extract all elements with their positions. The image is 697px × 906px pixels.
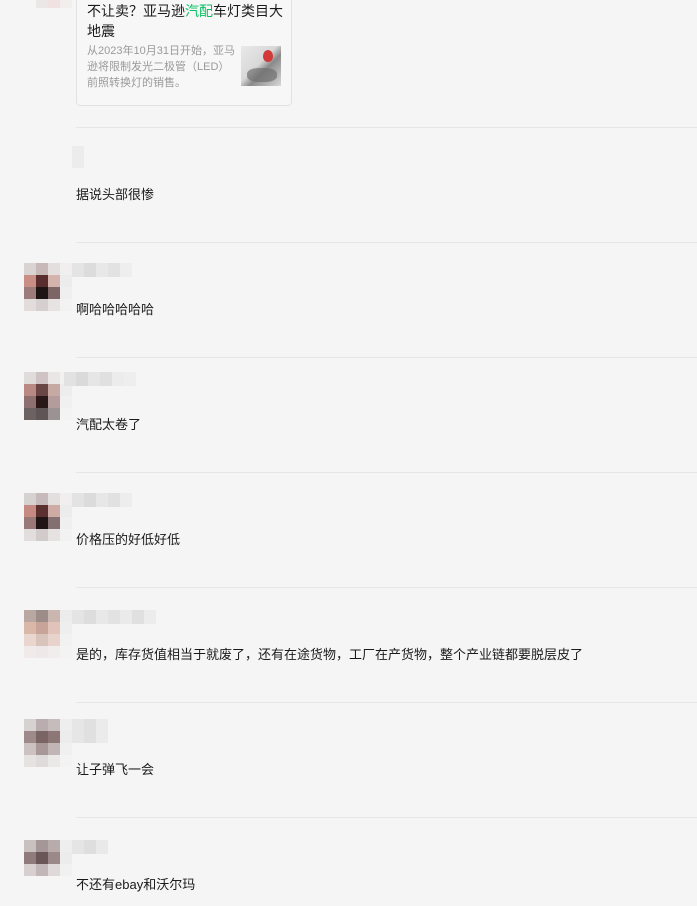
username-blurred[interactable] xyxy=(64,372,136,386)
comment-text: 不还有ebay和沃尔玛 xyxy=(76,877,196,892)
username-blurred[interactable] xyxy=(72,840,108,854)
username-blurred[interactable] xyxy=(72,146,84,168)
comment-item: 汽配太卷了 xyxy=(0,358,697,473)
avatar[interactable] xyxy=(24,493,72,541)
card-description: 从2023年10月31日开始，亚马逊将限制发光二极管（LED）前照转换灯的销售。 xyxy=(87,45,235,89)
avatar[interactable] xyxy=(24,719,72,767)
comment-item: 是的，库存货值相当于就废了，还有在途货物，工厂在产货物，整个产业链都要脱层皮了 xyxy=(0,588,697,703)
username-blurred[interactable] xyxy=(72,610,156,624)
avatar[interactable] xyxy=(24,840,72,876)
comment-item: 价格压的好低好低 xyxy=(0,473,697,588)
comment-text: 价格压的好低好低 xyxy=(76,532,181,547)
avatar[interactable] xyxy=(24,263,72,311)
card-title: 不让卖？亚马逊汽配车灯类目大地震 xyxy=(87,3,283,39)
comment-item-link-share: 不让卖？亚马逊汽配车灯类目大地震 从2023年10月31日开始，亚马逊将限制发光… xyxy=(0,0,697,128)
comment-item: 啊哈哈哈哈哈 xyxy=(0,243,697,358)
card-thumbnail xyxy=(241,46,281,86)
username-blurred[interactable] xyxy=(72,719,108,743)
headlight-shade-image xyxy=(247,68,277,82)
username-blurred[interactable] xyxy=(72,263,132,277)
shared-article-card[interactable]: 不让卖？亚马逊汽配车灯类目大地震 从2023年10月31日开始，亚马逊将限制发光… xyxy=(76,0,292,106)
card-title-highlight: 汽配 xyxy=(185,3,213,19)
comment-text: 是的，库存货值相当于就废了，还有在途货物，工厂在产货物，整个产业链都要脱层皮了 xyxy=(76,647,584,662)
avatar[interactable] xyxy=(24,610,72,658)
comment-text: 汽配太卷了 xyxy=(76,417,142,432)
comment-item: 不还有ebay和沃尔玛 xyxy=(0,818,697,906)
comment-text: 啊哈哈哈哈哈 xyxy=(76,302,155,317)
comment-item: 让子弹飞一会 xyxy=(0,703,697,818)
comment-text: 据说头部很惨 xyxy=(76,187,155,202)
comment-item: 据说头部很惨 xyxy=(0,128,697,243)
comment-text: 让子弹飞一会 xyxy=(76,762,155,777)
username-blurred[interactable] xyxy=(72,493,132,507)
username-blurred[interactable] xyxy=(36,0,72,8)
comment-feed: 不让卖？亚马逊汽配车灯类目大地震 从2023年10月31日开始，亚马逊将限制发光… xyxy=(0,0,697,906)
headlight-bulb-image xyxy=(263,50,273,62)
